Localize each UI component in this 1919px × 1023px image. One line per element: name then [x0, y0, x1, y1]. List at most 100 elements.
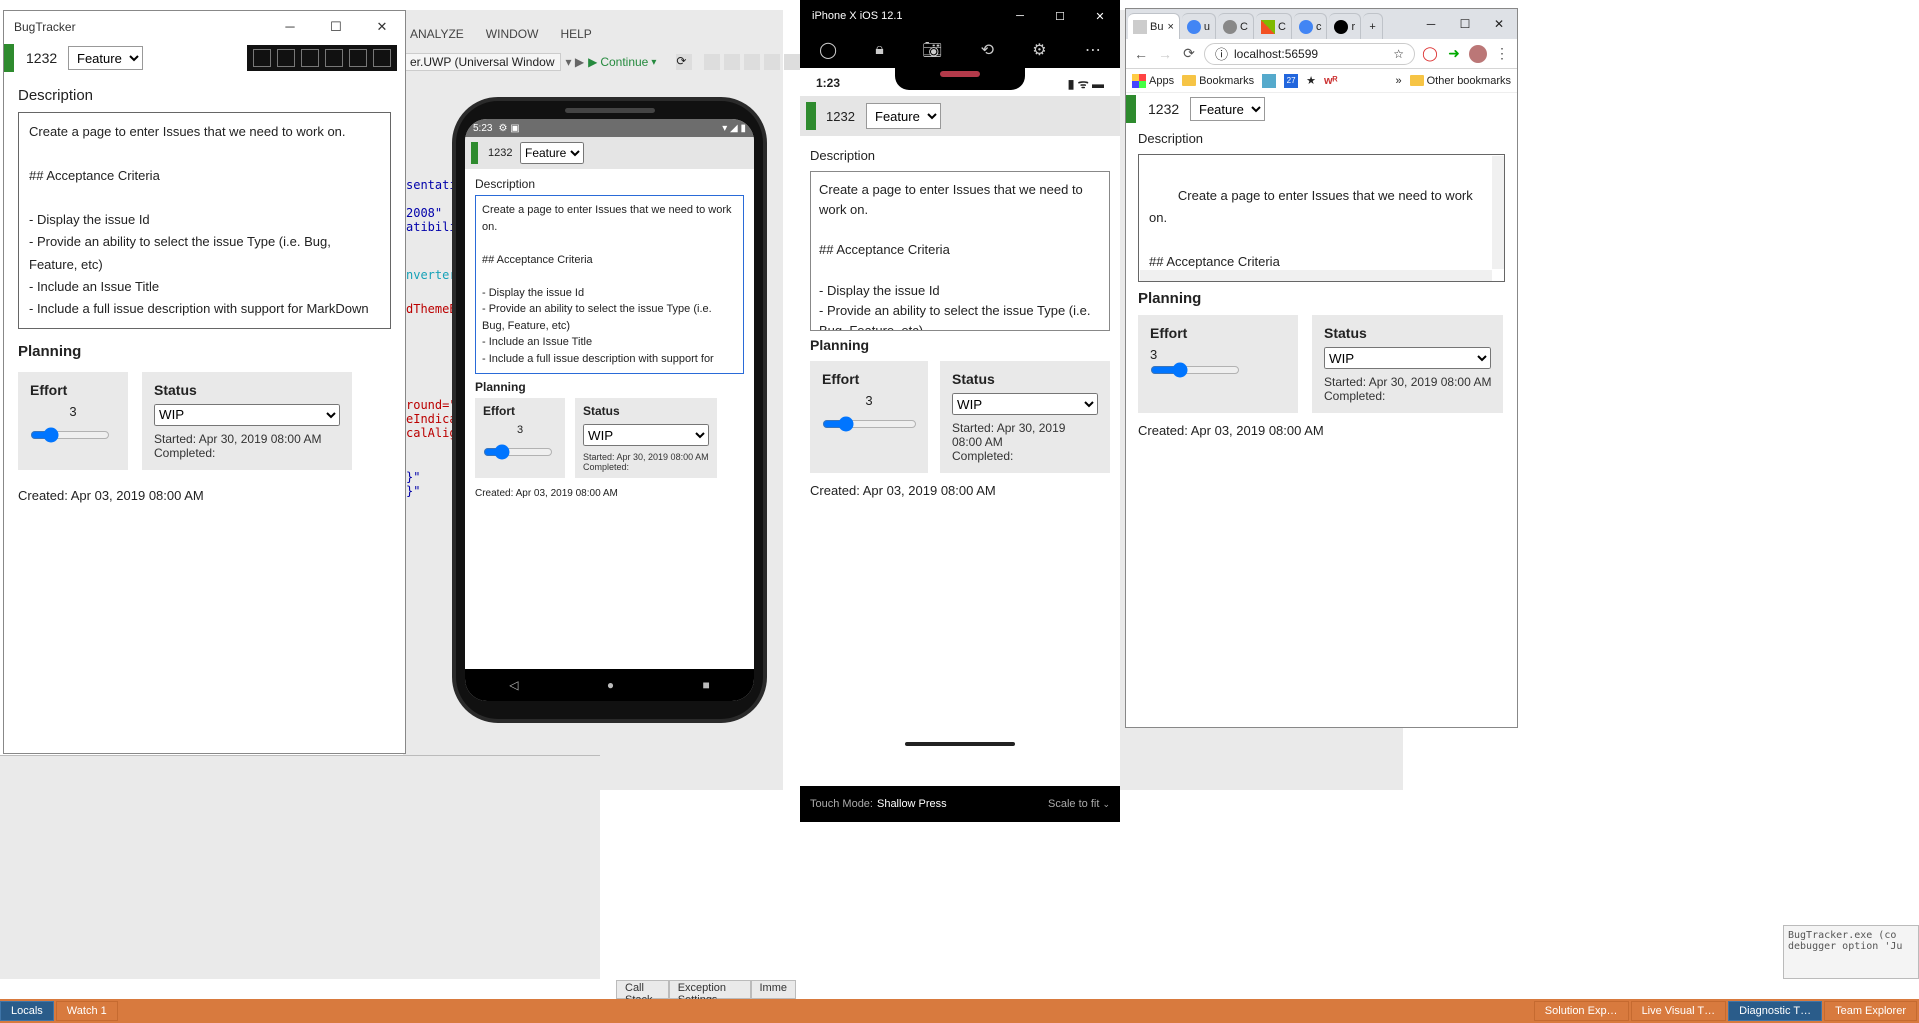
ios-title-text: iPhone X iOS 12.1: [812, 10, 903, 22]
maximize-button[interactable]: ☐: [313, 12, 359, 42]
rotate-icon[interactable]: ⟲: [981, 40, 994, 60]
chrome-tab[interactable]: c: [1294, 13, 1328, 39]
vs-tool-icon[interactable]: [784, 54, 800, 70]
other-bookmarks[interactable]: Other bookmarks: [1410, 75, 1511, 87]
chrome-tab[interactable]: C: [1218, 13, 1254, 39]
minimize-button[interactable]: ─: [267, 12, 313, 42]
minimize-button[interactable]: ─: [1000, 10, 1040, 22]
effort-slider[interactable]: [822, 416, 917, 432]
touch-mode-value[interactable]: Shallow Press: [877, 798, 947, 810]
lvt-icon[interactable]: [325, 49, 343, 67]
lvt-icon[interactable]: [349, 49, 367, 67]
vs-menu-help[interactable]: HELP: [560, 27, 591, 45]
created-text: Created: Apr 03, 2019 08:00 AM: [18, 488, 391, 503]
effort-slider[interactable]: [30, 427, 110, 443]
lvt-icon[interactable]: [373, 49, 391, 67]
new-tab-button[interactable]: +: [1363, 13, 1383, 39]
reload-icon[interactable]: ⟳: [1180, 45, 1198, 63]
vs-menu-analyze[interactable]: ANALYZE: [410, 27, 464, 45]
more-icon[interactable]: ⋯: [1085, 40, 1101, 60]
lvt-icon[interactable]: [301, 49, 319, 67]
vs-bottom-panel: [0, 755, 600, 979]
screenshot-icon[interactable]: 📷︎: [922, 40, 942, 60]
avatar-icon[interactable]: [1469, 45, 1487, 63]
settings-icon[interactable]: ⚙: [1032, 40, 1046, 60]
close-button[interactable]: ✕: [1080, 10, 1120, 23]
vs-tab[interactable]: Live Visual T…: [1631, 1001, 1727, 1021]
effort-slider[interactable]: [1150, 362, 1240, 378]
bookmark-item[interactable]: wᴿ: [1324, 75, 1338, 87]
chrome-tab[interactable]: C: [1256, 13, 1292, 39]
live-visual-tree-bar[interactable]: [247, 45, 397, 71]
android-home-icon[interactable]: ●: [607, 678, 614, 692]
maximize-button[interactable]: ☐: [1040, 10, 1080, 23]
vs-tab[interactable]: Imme: [751, 980, 797, 999]
description-textarea[interactable]: Create a page to enter Issues that we ne…: [810, 171, 1110, 331]
issue-type-select[interactable]: Feature: [68, 46, 143, 70]
chrome-tab[interactable]: r: [1329, 13, 1361, 39]
back-icon[interactable]: ←: [1132, 45, 1150, 63]
vs-tool-icon[interactable]: [744, 54, 760, 70]
bookmark-item[interactable]: 27: [1284, 74, 1298, 88]
status-select[interactable]: WIP: [952, 393, 1098, 415]
scale-to-fit[interactable]: Scale to fit: [1048, 798, 1099, 810]
vs-tab-locals[interactable]: Locals: [0, 1001, 54, 1021]
horizontal-scrollbar[interactable]: [1140, 270, 1492, 281]
maximize-button[interactable]: ☐: [1449, 9, 1481, 39]
ios-home-indicator[interactable]: [905, 742, 1015, 746]
vs-tab[interactable]: Team Explorer: [1824, 1001, 1917, 1021]
description-textarea[interactable]: Create a page to enter Issues that we ne…: [1138, 154, 1505, 282]
menu-icon[interactable]: ⋮: [1493, 45, 1511, 63]
issue-type-select[interactable]: Feature: [520, 142, 584, 164]
bookmark-item[interactable]: ★: [1306, 74, 1316, 87]
status-bar-icon: [4, 44, 14, 72]
vs-tab[interactable]: Diagnostic T…: [1728, 1001, 1822, 1021]
vs-continue-button[interactable]: ▶Continue▾: [588, 55, 656, 69]
close-button[interactable]: ✕: [1483, 9, 1515, 39]
uwp-titlebar[interactable]: BugTracker ─ ☐ ✕: [4, 11, 405, 43]
android-recent-icon[interactable]: ■: [703, 678, 710, 692]
vs-tool-icon[interactable]: [704, 54, 720, 70]
bookmark-folder[interactable]: Bookmarks: [1182, 75, 1254, 87]
effort-card: Effort 3: [1138, 315, 1298, 413]
opera-ext-icon[interactable]: ◯: [1421, 45, 1439, 63]
android-header: 1232 Feature: [465, 137, 754, 169]
vs-startup-project[interactable]: er.UWP (Universal Window: [403, 53, 561, 71]
vs-tab[interactable]: Solution Exp…: [1534, 1001, 1629, 1021]
lock-icon[interactable]: 🔒︎: [875, 41, 884, 59]
overflow-icon[interactable]: »: [1396, 75, 1402, 87]
started-text: Started: Apr 30, 2019 08:00 AM: [154, 432, 340, 446]
android-back-icon[interactable]: ◁: [509, 678, 518, 692]
status-select[interactable]: WIP: [1324, 347, 1491, 369]
apps-button[interactable]: Apps: [1132, 74, 1174, 88]
minimize-button[interactable]: ─: [1415, 9, 1447, 39]
status-select[interactable]: WIP: [154, 404, 340, 426]
vs-tab-watch[interactable]: Watch 1: [56, 1001, 118, 1021]
issue-type-select[interactable]: Feature: [866, 103, 941, 129]
chrome-tab[interactable]: u: [1182, 13, 1216, 39]
chrome-tab[interactable]: Bu×: [1128, 13, 1180, 39]
bookmark-item[interactable]: [1262, 74, 1276, 88]
vs-tool-icon[interactable]: [724, 54, 740, 70]
ext-icon[interactable]: ➜: [1445, 45, 1463, 63]
vertical-scrollbar[interactable]: [1492, 156, 1504, 269]
description-textarea[interactable]: Create a page to enter Issues that we ne…: [18, 112, 391, 329]
status-bar-icon: [471, 142, 478, 164]
issue-type-select[interactable]: Feature: [1190, 97, 1265, 121]
close-button[interactable]: ✕: [359, 12, 405, 42]
description-textarea[interactable]: Create a page to enter Issues that we ne…: [475, 195, 744, 374]
forward-icon[interactable]: →: [1156, 45, 1174, 63]
vs-tool-icon[interactable]: [764, 54, 780, 70]
home-icon[interactable]: ◯: [819, 40, 837, 60]
status-select[interactable]: WIP: [583, 424, 709, 446]
effort-slider[interactable]: [483, 444, 553, 460]
lvt-icon[interactable]: [277, 49, 295, 67]
lvt-icon[interactable]: [253, 49, 271, 67]
url-bar[interactable]: ⓘlocalhost:56599☆: [1204, 43, 1415, 65]
planning-label: Planning: [1138, 290, 1505, 307]
ios-titlebar[interactable]: iPhone X iOS 12.1 ─ ☐ ✕: [800, 0, 1120, 32]
vs-menu-window[interactable]: WINDOW: [486, 27, 539, 45]
vs-refresh-icon[interactable]: ⟳: [676, 54, 692, 70]
vs-tab[interactable]: Call Stack: [616, 980, 669, 999]
vs-tab[interactable]: Exception Settings: [669, 980, 751, 999]
